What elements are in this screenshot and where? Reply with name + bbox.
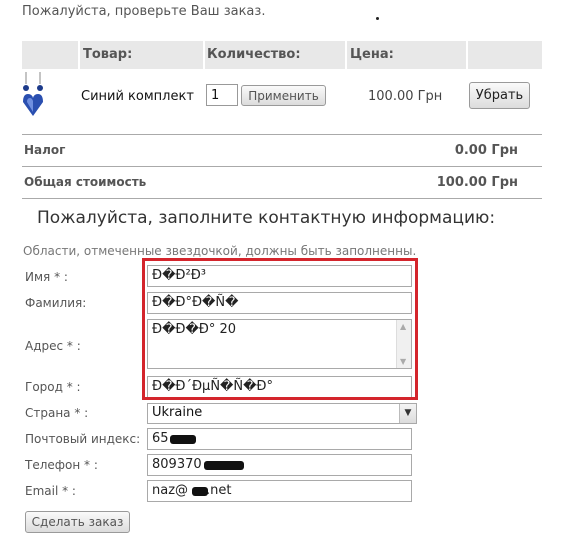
product-price: 100.00 Грн bbox=[368, 89, 443, 104]
required-fields-hint: Области, отмеченные звездочкой, должны б… bbox=[23, 244, 417, 258]
email-text-suffix: .net bbox=[206, 483, 232, 498]
last-name-label: Фамилия: bbox=[25, 296, 87, 310]
order-review-intro: Пожалуйста, проверьте Ваш заказ. bbox=[22, 4, 266, 19]
highlight-box bbox=[142, 258, 418, 400]
redaction-mark bbox=[170, 435, 196, 444]
stray-dot bbox=[376, 17, 379, 20]
contact-section-title: Пожалуйста, заполните контактную информа… bbox=[37, 208, 496, 228]
email-label: Email * : bbox=[25, 484, 76, 498]
order-table-header: Товар: Количество: Цена: bbox=[22, 41, 542, 69]
postal-code-label: Почтовый индекс: bbox=[25, 432, 141, 446]
total-value: 100.00 Грн bbox=[436, 175, 518, 190]
tax-label: Налог bbox=[24, 143, 66, 157]
product-thumbnail[interactable] bbox=[22, 72, 44, 118]
divider bbox=[22, 166, 542, 167]
divider bbox=[22, 134, 542, 135]
quantity-input[interactable] bbox=[206, 84, 238, 106]
address-label: Адрес * : bbox=[25, 339, 81, 353]
phone-input[interactable]: 809370 bbox=[147, 454, 412, 476]
email-input[interactable]: naz@ .net bbox=[147, 480, 412, 502]
country-label: Страна * : bbox=[25, 406, 89, 420]
divider bbox=[22, 198, 542, 199]
country-select[interactable]: Ukraine ▼ bbox=[147, 403, 417, 424]
place-order-button[interactable]: Сделать заказ bbox=[25, 511, 130, 533]
tax-value: 0.00 Грн bbox=[454, 143, 518, 158]
redaction-mark bbox=[192, 487, 208, 496]
remove-item-button[interactable]: Убрать bbox=[469, 82, 530, 109]
postal-code-input[interactable]: 65 bbox=[147, 428, 412, 450]
email-text-prefix: naz@ bbox=[152, 483, 189, 498]
header-quantity: Количество: bbox=[207, 47, 301, 62]
first-name-label: Имя * : bbox=[25, 270, 68, 284]
phone-text: 809370 bbox=[152, 457, 202, 472]
country-selected-value: Ukraine bbox=[152, 405, 203, 420]
header-product: Товар: bbox=[83, 47, 133, 62]
postal-code-text: 65 bbox=[152, 431, 169, 446]
redaction-mark bbox=[204, 461, 244, 470]
product-name[interactable]: Синий комплект bbox=[81, 89, 194, 104]
city-label: Город * : bbox=[25, 380, 81, 394]
apply-quantity-button[interactable]: Применить bbox=[241, 85, 326, 106]
chevron-down-icon[interactable]: ▼ bbox=[399, 404, 416, 423]
total-label: Общая стоимость bbox=[24, 175, 147, 189]
header-price: Цена: bbox=[350, 47, 394, 62]
phone-label: Телефон * : bbox=[25, 458, 98, 472]
